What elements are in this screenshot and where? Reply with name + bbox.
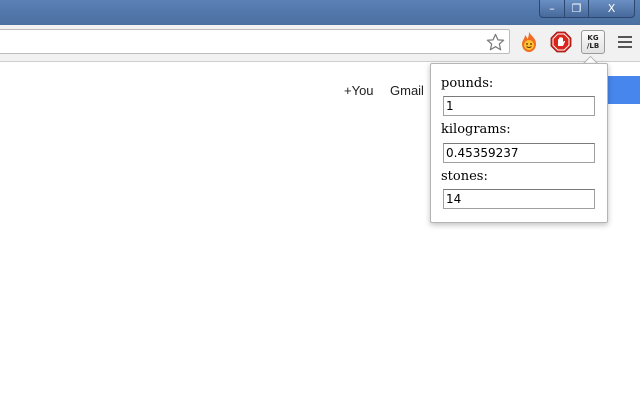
pounds-label: pounds: — [441, 76, 494, 91]
lb-label: /LB — [586, 42, 600, 50]
kg-lb-converter-button[interactable]: KG /LB — [581, 30, 605, 54]
stop-hand-icon[interactable] — [550, 31, 572, 53]
kilograms-label: kilograms: — [441, 122, 511, 137]
gmail-link[interactable]: Gmail — [390, 83, 424, 98]
window-controls: – ❐ X — [539, 0, 635, 18]
pounds-input[interactable] — [443, 96, 595, 116]
stones-label: stones: — [441, 169, 488, 184]
restore-button[interactable]: ❐ — [565, 0, 589, 18]
close-button[interactable]: X — [589, 0, 635, 18]
stones-input[interactable] — [443, 189, 595, 209]
window-titlebar[interactable]: – ❐ X — [0, 0, 640, 25]
menu-icon[interactable] — [618, 36, 632, 48]
fire-icon[interactable] — [518, 31, 540, 53]
browser-toolbar: KG /LB — [0, 25, 640, 62]
kilograms-input[interactable] — [443, 143, 595, 163]
kg-label: KG — [587, 34, 599, 42]
minimize-button[interactable]: – — [539, 0, 565, 18]
address-bar[interactable] — [0, 29, 510, 54]
plus-you-link[interactable]: +You — [344, 83, 374, 98]
star-icon[interactable] — [486, 33, 505, 52]
converter-popup: pounds: kilograms: stones: — [430, 63, 608, 223]
